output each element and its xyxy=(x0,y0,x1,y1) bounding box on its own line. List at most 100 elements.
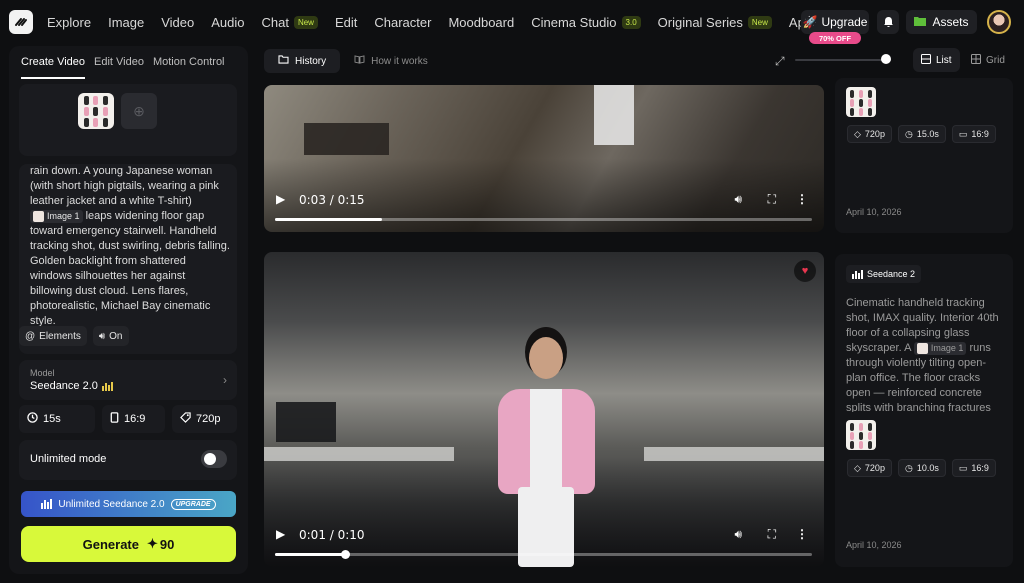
nav-item-edit[interactable]: Edit xyxy=(335,15,357,30)
model-selector[interactable]: Model Seedance 2.0 › xyxy=(19,360,237,400)
speaker-icon: 🔊︎ xyxy=(98,330,106,342)
plus-circle-icon: ⊕ xyxy=(133,102,145,119)
unlimited-mode-toggle[interactable] xyxy=(201,450,227,468)
list-view-label: List xyxy=(936,54,952,66)
reference-image-thumbnail[interactable] xyxy=(846,87,876,117)
more-options-icon[interactable]: ⋮ xyxy=(796,527,808,541)
nav-item-explore[interactable]: Explore xyxy=(47,15,91,30)
aspect-ratio-icon xyxy=(110,412,119,426)
fullscreen-icon[interactable]: ⛶ xyxy=(768,527,776,542)
nav-item-label: Edit xyxy=(334,14,358,30)
video-time: 0:01 / 0:10 xyxy=(299,528,365,542)
folder-outline-icon xyxy=(278,55,289,67)
elements-button[interactable]: @ Elements xyxy=(19,326,87,346)
zoom-slider-handle[interactable] xyxy=(881,54,892,64)
promo-upgrade-badge: UPGRADE xyxy=(170,498,216,510)
seek-bar-progress xyxy=(275,553,345,556)
volume-icon[interactable]: 🔊︎ xyxy=(734,527,742,542)
prompt-tools: @ Elements 🔊︎ On xyxy=(19,326,129,346)
clock-icon: ◷ xyxy=(904,128,913,139)
tab-how-it-works[interactable]: How it works xyxy=(340,49,442,73)
nav-item-label: Video xyxy=(161,14,195,30)
top-navigation: Explore Image Video Audio Chat New Edit Charact… xyxy=(0,0,1024,44)
nav-item-cinema-studio[interactable]: Cinema Studio 3.0 xyxy=(531,14,641,30)
favorite-heart-icon[interactable]: ♥ xyxy=(794,260,816,282)
nav-item-label: Cinema Studio xyxy=(531,14,617,30)
sparkle-icon: ✦ xyxy=(147,536,158,551)
nav-item-video[interactable]: Video xyxy=(161,15,194,30)
upgrade-button[interactable]: 🚀 Upgrade xyxy=(801,10,869,34)
generate-label: Generate xyxy=(82,536,139,552)
nav-item-character[interactable]: Character xyxy=(374,15,431,30)
generate-button[interactable]: Generate ✦ 90 xyxy=(21,526,236,562)
list-view-button[interactable]: List xyxy=(913,48,960,72)
audio-toggle-button[interactable]: 🔊︎ On xyxy=(92,326,129,346)
assets-button[interactable]: Assets xyxy=(906,10,977,34)
elements-label: Elements xyxy=(39,330,81,342)
tag-icon: ◇ xyxy=(854,462,861,473)
reference-image-thumbnail[interactable] xyxy=(846,420,876,450)
generation-prompt: Cinematic handheld tracking shot, IMAX q… xyxy=(846,296,1002,412)
zoom-slider[interactable] xyxy=(795,59,891,61)
duration-selector[interactable]: 15s xyxy=(19,405,95,433)
model-bars-icon xyxy=(852,269,863,279)
image-reference-chip[interactable]: Image 1 xyxy=(30,209,83,223)
nav-item-audio[interactable]: Audio xyxy=(211,15,244,30)
generation-meta: ◇ 720p ◷ 15.0s ▭ 16:9 xyxy=(847,125,996,143)
aspect-ratio-badge: ▭ 16:9 xyxy=(951,125,996,143)
create-tabs: Create Video Edit Video Motion Control xyxy=(21,56,225,79)
seek-bar[interactable] xyxy=(275,550,812,559)
nav-item-image[interactable]: Image xyxy=(108,15,144,30)
seek-bar-handle[interactable] xyxy=(340,550,350,559)
generation-date: April 10, 2026 xyxy=(846,540,902,550)
tab-history[interactable]: History xyxy=(264,49,341,73)
video-frame-figure xyxy=(594,85,634,145)
promo-label: Unlimited Seedance 2.0 xyxy=(58,498,165,510)
nav-item-original-series[interactable]: Original Series New xyxy=(658,15,772,30)
nav-item-chat[interactable]: Chat New xyxy=(261,15,318,30)
play-icon[interactable]: ▶ xyxy=(276,527,285,541)
nav-item-label: Audio xyxy=(211,14,245,30)
image-reference-chip: Image 1 xyxy=(913,341,967,355)
expand-icon[interactable]: ⤢ xyxy=(775,54,785,69)
rocket-icon: 🚀 xyxy=(802,15,818,29)
duration-value: 15s xyxy=(43,413,61,425)
nav-item-label: Moodboard xyxy=(448,14,515,30)
reference-image-thumbnail[interactable] xyxy=(78,93,114,129)
nav-item-label: Character xyxy=(374,14,432,30)
tab-motion-control[interactable]: Motion Control xyxy=(153,56,225,79)
resolution-selector[interactable]: 720p xyxy=(172,405,237,433)
play-icon[interactable]: ▶ xyxy=(276,192,285,206)
user-avatar[interactable] xyxy=(987,10,1011,34)
seek-bar[interactable] xyxy=(275,218,812,221)
video-controls: ▶ 0:01 / 0:10 🔊︎ ⛶ ⋮ xyxy=(264,527,824,567)
tab-edit-video[interactable]: Edit Video xyxy=(94,56,144,79)
image-chip-icon xyxy=(33,210,44,222)
unlimited-promo-banner[interactable]: Unlimited Seedance 2.0 UPGRADE xyxy=(21,491,236,517)
bell-icon[interactable] xyxy=(877,10,899,34)
aspect-ratio-selector[interactable]: 16:9 xyxy=(102,405,165,433)
volume-icon[interactable]: 🔊︎ xyxy=(734,192,742,207)
video-frame-desk xyxy=(644,447,824,461)
aspect-ratio-value: 16:9 xyxy=(971,463,989,473)
nav-item-moodboard[interactable]: Moodboard xyxy=(448,15,514,30)
tab-create-video[interactable]: Create Video xyxy=(21,56,86,79)
app-logo-icon[interactable] xyxy=(9,10,33,34)
grid-view-button[interactable]: Grid xyxy=(963,48,1013,72)
resolution-badge: ◇ 720p xyxy=(847,125,892,143)
folder-icon xyxy=(914,15,927,29)
more-options-icon[interactable]: ⋮ xyxy=(796,192,808,206)
video-player[interactable]: ▶ 0:03 / 0:15 🔊︎ ⛶ ⋮ xyxy=(264,85,824,232)
main-nav: Explore Image Video Audio Chat New Edit Charact… xyxy=(47,0,836,44)
assets-label: Assets xyxy=(932,15,969,29)
grid-icon xyxy=(971,53,981,67)
upgrade-label: Upgrade xyxy=(821,15,868,29)
duration-value: 15.0s xyxy=(916,129,939,139)
duration-value: 10.0s xyxy=(916,463,939,473)
video-player[interactable]: ♥ ▶ 0:01 / 0:10 🔊︎ ⛶ ⋮ xyxy=(264,252,824,567)
fullscreen-icon[interactable]: ⛶ xyxy=(768,192,776,207)
unlimited-mode-row: Unlimited mode xyxy=(19,440,237,480)
aspect-ratio-icon: ▭ xyxy=(958,462,968,473)
how-it-works-label: How it works xyxy=(371,55,428,67)
add-image-button[interactable]: ⊕ xyxy=(121,93,157,129)
